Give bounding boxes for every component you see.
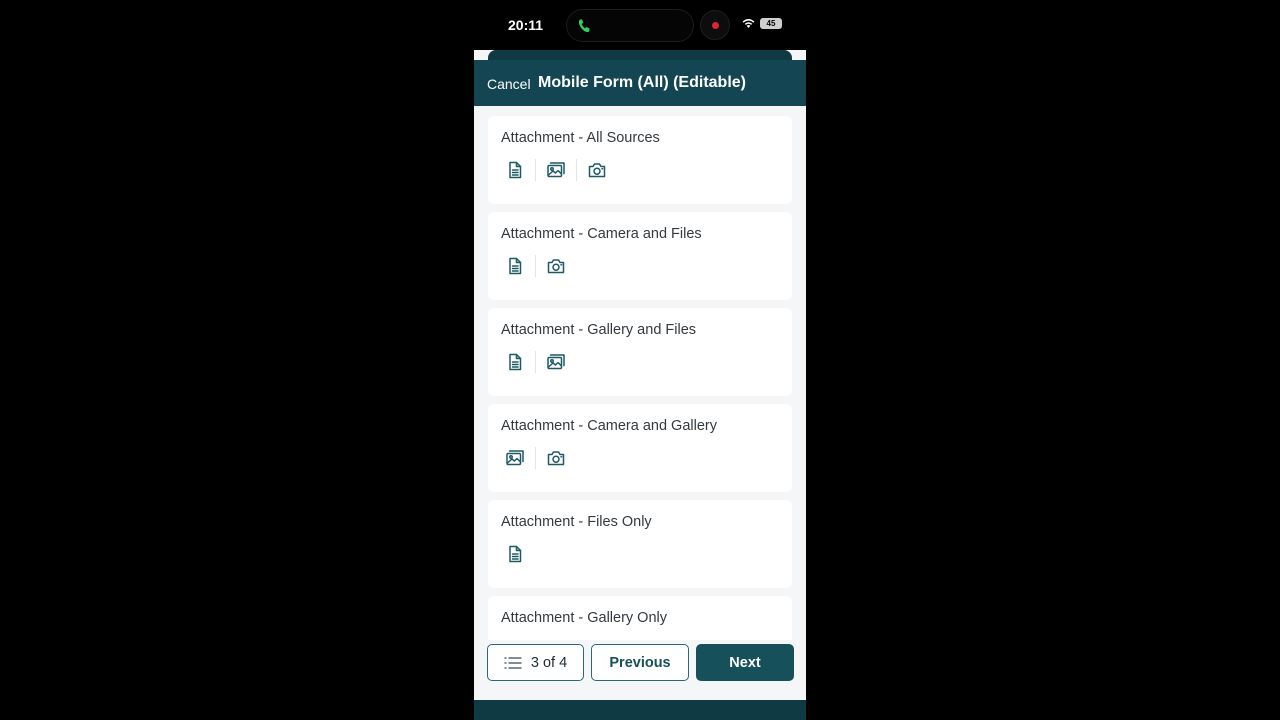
attachment-sources: [501, 350, 570, 374]
attachment-field: Attachment - Gallery Only: [488, 596, 792, 646]
phone-screen: Cancel Mobile Form (All) (Editable) Atta…: [474, 50, 806, 720]
screen-recording-icon: [700, 10, 730, 40]
field-label: Attachment - Camera and Gallery: [501, 418, 717, 434]
attachment-field: Attachment - Files Only: [488, 500, 792, 588]
gallery-icon[interactable]: [542, 158, 570, 182]
attachment-field: Attachment - All Sources: [488, 116, 792, 204]
attachment-sources: [501, 542, 529, 566]
cancel-button[interactable]: Cancel: [487, 75, 531, 93]
list-icon: [504, 656, 522, 669]
attachment-sources: [501, 254, 570, 278]
attachment-field: Attachment - Camera and Files: [488, 212, 792, 300]
phone-stage: 20:11 45 Cancel Mobile Form (All) (Edita…: [0, 0, 1280, 720]
field-label: Attachment - All Sources: [501, 130, 660, 146]
icon-divider: [535, 351, 536, 373]
dynamic-island[interactable]: [566, 9, 694, 42]
file-icon[interactable]: [501, 254, 529, 278]
attachment-sources: [501, 158, 611, 182]
form-header: Cancel Mobile Form (All) (Editable): [474, 60, 806, 106]
attachment-field: Attachment - Gallery and Files: [488, 308, 792, 396]
page-list-button[interactable]: 3 of 4: [487, 644, 584, 681]
file-icon[interactable]: [501, 158, 529, 182]
page-indicator: 3 of 4: [530, 654, 568, 671]
form-fields-list[interactable]: Attachment - All Sources Attachment - Ca…: [474, 106, 806, 646]
gallery-icon[interactable]: [542, 350, 570, 374]
attachment-field: Attachment - Camera and Gallery: [488, 404, 792, 492]
icon-divider: [576, 159, 577, 181]
icon-divider: [535, 255, 536, 277]
next-button[interactable]: Next: [696, 644, 794, 681]
field-label: Attachment - Gallery and Files: [501, 322, 697, 338]
camera-icon[interactable]: [542, 446, 570, 470]
field-label: Attachment - Camera and Files: [501, 226, 702, 242]
field-label: Attachment - Gallery Only: [501, 610, 667, 626]
file-icon[interactable]: [501, 542, 529, 566]
status-time: 20:11: [508, 17, 544, 33]
bottom-bar: [474, 700, 806, 720]
icon-divider: [535, 159, 536, 181]
form-title: Mobile Form (All) (Editable): [538, 74, 746, 91]
wifi-icon: [742, 19, 755, 28]
phone-call-icon: [578, 19, 590, 33]
field-label: Attachment - Files Only: [501, 514, 652, 530]
camera-icon[interactable]: [583, 158, 611, 182]
battery-indicator: 45: [760, 18, 782, 29]
form-navigation-footer: 3 of 4 Previous Next: [474, 640, 806, 700]
icon-divider: [535, 447, 536, 469]
gallery-icon[interactable]: [501, 446, 529, 470]
previous-button[interactable]: Previous: [591, 644, 689, 681]
attachment-sources: [501, 446, 570, 470]
camera-icon[interactable]: [542, 254, 570, 278]
file-icon[interactable]: [501, 350, 529, 374]
